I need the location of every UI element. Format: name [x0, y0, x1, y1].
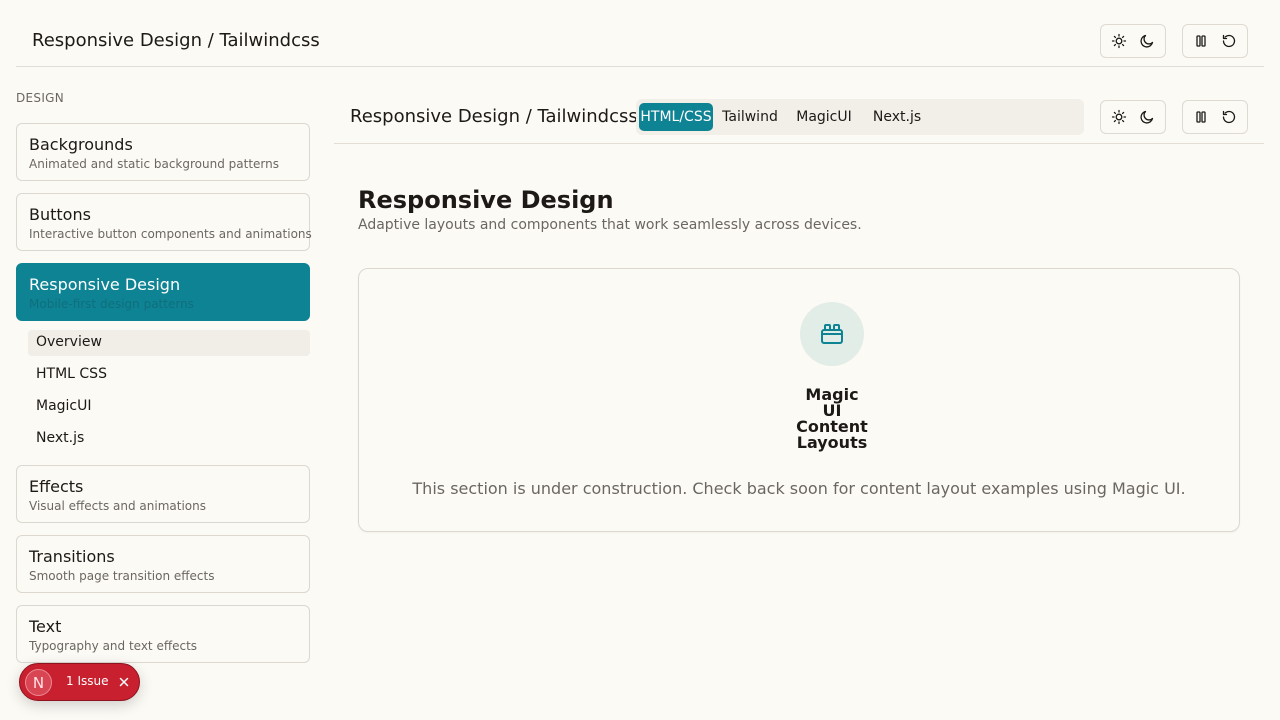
sidebar-subitem-nextjs[interactable]: Next.js [28, 426, 310, 452]
sidebar-heading: DESIGN [16, 91, 65, 105]
pause-icon [1196, 35, 1206, 47]
sidebar-subitem-magicui[interactable]: MagicUI [28, 394, 310, 420]
tab-nextjs[interactable]: Next.js [865, 103, 929, 131]
sidebar-card-title: Backgrounds [29, 135, 133, 154]
light-theme-button[interactable] [1105, 27, 1133, 55]
issue-badge[interactable]: N 1 Issue [19, 663, 140, 701]
dark-theme-button[interactable] [1133, 27, 1161, 55]
main-light-theme-button[interactable] [1105, 103, 1133, 131]
sidebar-card-title: Transitions [29, 547, 115, 566]
close-icon[interactable] [114, 672, 134, 692]
sidebar-card-subtitle: Mobile-first design patterns [29, 297, 194, 311]
sidebar-card-transitions[interactable]: Transitions Smooth page transition effec… [16, 535, 310, 593]
sidebar-card-subtitle: Smooth page transition effects [29, 569, 215, 583]
sidebar-card-title: Effects [29, 477, 84, 496]
sun-icon [1111, 33, 1127, 49]
framework-tabs: HTML/CSS Tailwind MagicUI Next.js [636, 99, 1084, 135]
main-playback-group [1182, 100, 1248, 134]
sidebar-card-subtitle: Animated and static background patterns [29, 157, 279, 171]
sun-icon [1111, 109, 1127, 125]
pause-icon [1196, 111, 1206, 123]
moon-icon [1140, 110, 1154, 124]
construction-message: This section is under construction. Chec… [412, 479, 1186, 498]
card-heading: Magic UI Content Layouts [782, 387, 882, 451]
tab-html-css[interactable]: HTML/CSS [639, 103, 713, 131]
sidebar-card-title: Text [29, 617, 62, 636]
sidebar-card-title: Buttons [29, 205, 91, 224]
playback-group [1182, 24, 1248, 58]
main-header: Responsive Design / Tailwindcss HTML/CSS… [334, 90, 1264, 144]
reset-button[interactable] [1215, 27, 1243, 55]
page-description: Adaptive layouts and components that wor… [358, 217, 862, 233]
reset-icon [1222, 110, 1236, 124]
card-heading-line: Layouts [796, 433, 868, 452]
sidebar-card-subtitle: Typography and text effects [29, 639, 198, 653]
sidebar-card-buttons[interactable]: Buttons Interactive button components an… [16, 193, 312, 251]
main-pause-button[interactable] [1187, 103, 1215, 131]
tab-tailwind[interactable]: Tailwind [717, 103, 783, 131]
sidebar-card-text[interactable]: Text Typography and text effects [16, 605, 310, 663]
sidebar-subitem-overview[interactable]: Overview [28, 330, 310, 356]
moon-icon [1140, 34, 1154, 48]
dev-tools-avatar[interactable]: N [25, 669, 52, 696]
pause-button[interactable] [1187, 27, 1215, 55]
theme-toggle-group [1100, 24, 1166, 58]
layout-blocks-icon [800, 302, 864, 366]
main-dark-theme-button[interactable] [1133, 103, 1161, 131]
sidebar-card-title: Responsive Design [29, 275, 181, 294]
main-reset-button[interactable] [1215, 103, 1243, 131]
main-theme-toggle-group [1100, 100, 1166, 134]
sidebar-card-subtitle: Visual effects and animations [29, 499, 207, 513]
sidebar-subitem-html-css[interactable]: HTML CSS [28, 362, 310, 388]
sidebar-card-effects[interactable]: Effects Visual effects and animations [16, 465, 310, 523]
reset-icon [1222, 34, 1236, 48]
sidebar-card-responsive-design[interactable]: Responsive Design Mobile-first design pa… [16, 263, 310, 321]
main-header-title: Responsive Design / Tailwindcss [350, 106, 638, 127]
page-title: Responsive Design [358, 186, 614, 214]
sidebar-card-subtitle: Interactive button components and animat… [29, 227, 312, 241]
construction-card: Magic UI Content Layouts This section is… [358, 268, 1240, 532]
top-header-title: Responsive Design / Tailwindcss [32, 30, 320, 51]
issue-count-label[interactable]: 1 Issue [66, 674, 108, 688]
top-header: Responsive Design / Tailwindcss [16, 0, 1264, 67]
tab-magicui[interactable]: MagicUI [789, 103, 859, 131]
sidebar-card-backgrounds[interactable]: Backgrounds Animated and static backgrou… [16, 123, 310, 181]
